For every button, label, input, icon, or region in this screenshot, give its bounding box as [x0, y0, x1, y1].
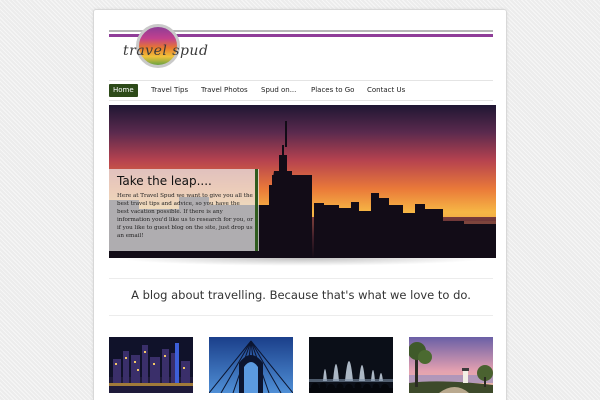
nav-item-contact-us[interactable]: Contact Us — [363, 84, 409, 97]
hero-caption-accent-bar — [255, 169, 258, 251]
thumbnail-fountain[interactable] — [309, 337, 393, 393]
nav-item-home[interactable]: Home — [109, 84, 138, 97]
divider — [109, 315, 493, 316]
thumbnail-city-night[interactable] — [109, 337, 193, 393]
logo-text: travel spud — [123, 43, 209, 59]
site-tagline: A blog about travelling. Because that's … — [131, 288, 471, 302]
nav-item-travel-tips[interactable]: Travel Tips — [147, 84, 192, 97]
page-container: travel spud Home Travel Tips Travel Phot… — [93, 9, 507, 400]
divider — [109, 278, 493, 279]
nav-rule-top — [109, 80, 493, 81]
site-logo[interactable]: travel spud — [119, 24, 214, 74]
nav-item-travel-photos[interactable]: Travel Photos — [197, 84, 252, 97]
nav-rule-bottom — [109, 100, 493, 101]
hero-body-text: Here at Travel Spud we want to give you … — [117, 193, 253, 240]
thumbnail-lighthouse[interactable] — [409, 337, 493, 393]
hero-caption-panel: Take the leap.... Here at Travel Spud we… — [109, 169, 259, 251]
hero-title: Take the leap.... — [117, 174, 212, 188]
hero-shadow — [116, 258, 488, 266]
thumbnail-bridge[interactable] — [209, 337, 293, 393]
nav-item-places-to-go[interactable]: Places to Go — [307, 84, 358, 97]
hero-slider[interactable]: Take the leap.... Here at Travel Spud we… — [109, 105, 496, 258]
nav-item-spud-on[interactable]: Spud on... — [257, 84, 300, 97]
